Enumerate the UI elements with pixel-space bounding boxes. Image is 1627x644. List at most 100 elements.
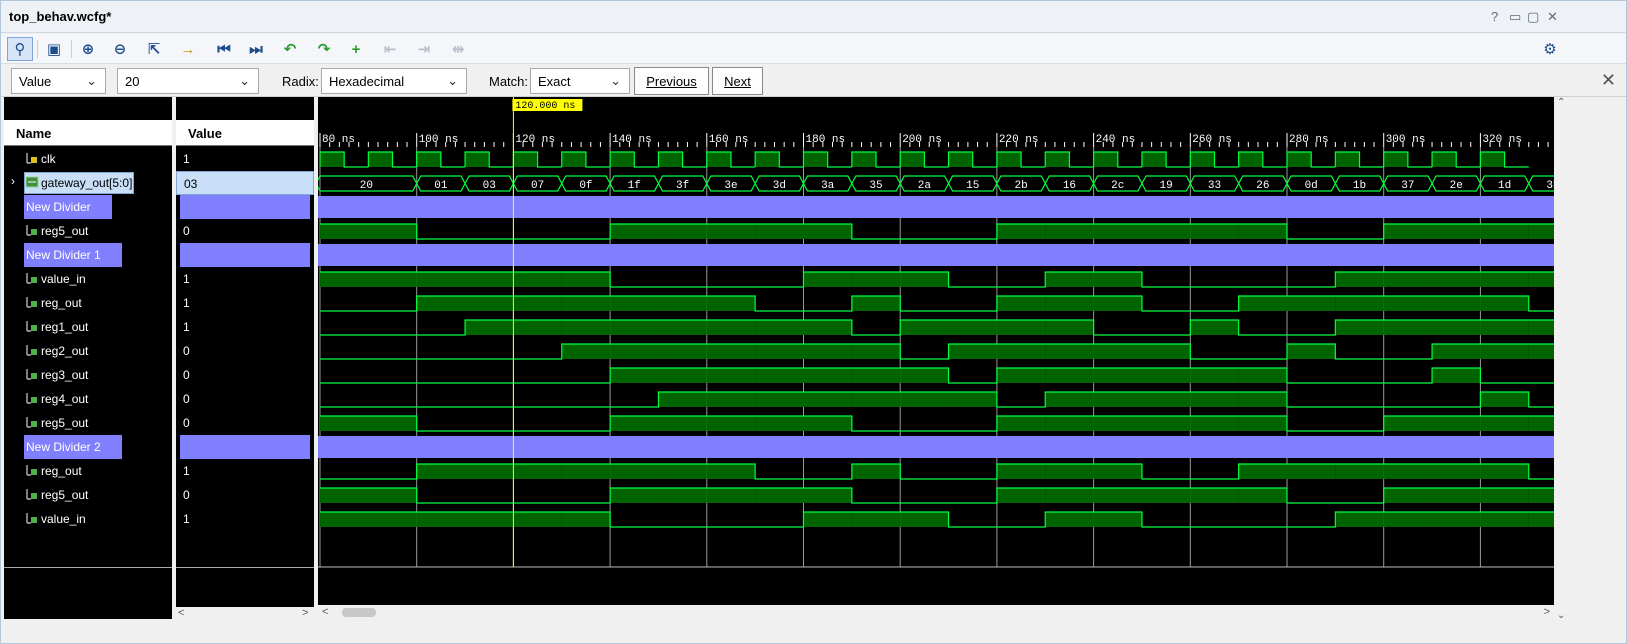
expand-chevron-icon[interactable]: › [11, 174, 15, 188]
signal-row[interactable]: reg_out [4, 459, 172, 483]
signal-name: reg4_out [41, 392, 89, 406]
signal-row[interactable]: clk [4, 147, 172, 171]
signal-value-row[interactable]: 1 [176, 315, 314, 339]
signal-icon [25, 271, 39, 285]
signal-row[interactable]: value_in [4, 507, 172, 531]
bit-high-fill [1480, 512, 1529, 527]
bit-high-fill [1045, 272, 1094, 287]
restore-icon[interactable]: ▭ [1509, 9, 1521, 25]
scroll-up-icon[interactable]: ⌃ [1557, 97, 1565, 108]
bit-high-fill [1190, 392, 1239, 407]
signal-value-row[interactable] [180, 195, 310, 219]
match-select[interactable]: Exact ⌄ [530, 68, 630, 94]
signal-row[interactable]: reg2_out [4, 339, 172, 363]
next-marker-icon[interactable]: ⇥ [411, 37, 437, 61]
previous-marker-icon[interactable]: ⇤ [377, 37, 403, 61]
search-icon[interactable]: ⚲ [7, 37, 33, 61]
bit-high-fill [1141, 224, 1191, 239]
scroll-right-icon[interactable]: > [1544, 606, 1550, 618]
signal-value-row[interactable]: 0 [176, 339, 314, 363]
go-to-cursor-icon[interactable]: → [175, 37, 201, 61]
bit-high-fill [513, 512, 562, 527]
signal-value-row[interactable]: 03 [176, 171, 314, 195]
signal-value: 0 [183, 224, 190, 238]
bit-high-fill [1432, 296, 1481, 311]
waveform-canvas[interactable]: 80 ns 100 ns 120 ns 140 ns 160 ns 180 ns 200 n… [315, 97, 1627, 605]
scroll-left-icon[interactable]: < [178, 607, 184, 619]
bit-high-fill [658, 320, 707, 335]
go-to-time-0-icon[interactable]: ⏮ [211, 37, 237, 61]
previous-button[interactable]: Previous [634, 67, 709, 95]
bit-high-fill [1528, 320, 1554, 335]
next-transition-icon[interactable]: ↷ [311, 37, 337, 61]
signal-row[interactable]: New Divider 1 [4, 243, 172, 267]
signal-value-row[interactable]: 1 [176, 459, 314, 483]
bit-high-fill [561, 344, 611, 359]
signal-row[interactable]: reg5_out [4, 219, 172, 243]
bit-high-fill [900, 272, 949, 287]
signal-value-row[interactable] [180, 243, 310, 267]
previous-transition-icon[interactable]: ↶ [277, 37, 303, 61]
signal-value-row[interactable]: 1 [176, 291, 314, 315]
signal-row[interactable]: reg3_out [4, 363, 172, 387]
bit-high-fill [706, 296, 756, 311]
signal-value-row[interactable]: 0 [176, 411, 314, 435]
bit-high-fill [513, 320, 562, 335]
bit-high-fill [416, 512, 466, 527]
signal-value-row[interactable]: 0 [176, 483, 314, 507]
maximize-icon[interactable]: ▢ [1527, 9, 1539, 25]
signal-value-row[interactable]: 1 [176, 507, 314, 531]
swap-cursors-icon[interactable]: ⇹ [445, 37, 471, 61]
scroll-left-icon[interactable]: < [322, 606, 328, 618]
bit-high-fill [1480, 224, 1529, 239]
signal-value-row[interactable]: 1 [176, 147, 314, 171]
bit-high-fill [1335, 296, 1384, 311]
search-value-input[interactable]: 20 ⌄ [117, 68, 259, 94]
signal-value-row[interactable] [180, 435, 310, 459]
signal-row[interactable]: reg5_out [4, 483, 172, 507]
signal-value-row[interactable]: 0 [176, 363, 314, 387]
save-icon[interactable]: ▣ [41, 37, 67, 61]
waveform-vertical-scrollbar[interactable]: ⌃ ⌄ [1554, 97, 1568, 621]
signal-value-row[interactable]: 0 [176, 219, 314, 243]
clock-high [1432, 152, 1457, 167]
signal-row[interactable]: value_in [4, 267, 172, 291]
radix-select[interactable]: Hexadecimal ⌄ [321, 68, 467, 94]
ruler-tick-label: 180 ns [806, 134, 846, 146]
settings-gear-icon[interactable]: ⚙ [1537, 37, 1563, 61]
bit-high-fill [658, 464, 707, 479]
go-to-last-time-icon[interactable]: ⏭ [243, 37, 269, 61]
zoom-out-icon[interactable]: ⊖ [107, 37, 133, 61]
names-horizontal-scrollbar[interactable]: < > [172, 607, 318, 621]
signal-row[interactable]: reg_out [4, 291, 172, 315]
scrollbar-thumb[interactable] [342, 608, 376, 617]
signal-row[interactable]: reg1_out [4, 315, 172, 339]
bit-high-fill [1093, 224, 1142, 239]
signal-row[interactable]: New Divider [4, 195, 172, 219]
divider-label: New Divider 2 [26, 440, 101, 454]
search-mode-select[interactable]: Value ⌄ [11, 68, 106, 94]
bit-high-fill [561, 512, 611, 527]
close-window-icon[interactable]: ✕ [1547, 9, 1558, 25]
bit-high-fill [1238, 488, 1287, 503]
bit-high-fill [1045, 464, 1094, 479]
signal-row[interactable]: › gateway_out[5:0] [4, 171, 172, 195]
signal-row[interactable]: reg4_out [4, 387, 172, 411]
help-icon[interactable]: ? [1491, 9, 1498, 24]
next-button[interactable]: Next [712, 67, 763, 95]
zoom-in-icon[interactable]: ⊕ [75, 37, 101, 61]
search-mode-value: Value [19, 74, 52, 89]
signal-value-row[interactable]: 1 [176, 267, 314, 291]
waveform-svg[interactable]: 80 ns 100 ns 120 ns 140 ns 160 ns 180 ns 200 n… [315, 97, 1627, 605]
scroll-down-icon[interactable]: ⌄ [1557, 610, 1565, 621]
add-marker-icon[interactable]: + [343, 37, 369, 61]
waveform-horizontal-scrollbar[interactable]: < > [318, 605, 1554, 621]
bit-high-fill [1335, 512, 1384, 527]
signal-row[interactable]: reg5_out [4, 411, 172, 435]
bit-high-fill [658, 368, 707, 383]
close-find-bar-icon[interactable]: ✕ [1601, 70, 1616, 91]
signal-value-row[interactable]: 0 [176, 387, 314, 411]
signal-row[interactable]: New Divider 2 [4, 435, 172, 459]
zoom-fit-icon[interactable]: ⇱ [141, 37, 167, 61]
scroll-right-icon[interactable]: > [302, 607, 308, 619]
